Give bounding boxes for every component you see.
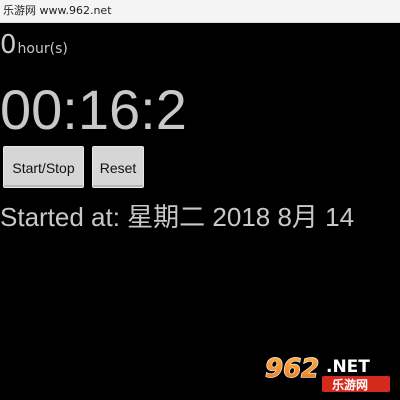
reset-button[interactable]: Reset — [92, 146, 144, 188]
site-watermark: 乐游网 www.962.net — [3, 4, 112, 17]
hours-value: 0 — [0, 30, 17, 60]
elapsed-time: 00:16:2 — [0, 78, 187, 141]
started-at-text: Started at: 星期二 2018 8月 14 — [0, 202, 355, 232]
stopwatch-screen: 乐游网 www.962.net 0hour(s) 00:16:2 Start/S… — [0, 0, 400, 400]
logo-number: 962 — [265, 354, 319, 384]
start-stop-button[interactable]: Start/Stop — [3, 146, 84, 188]
status-bar: 乐游网 www.962.net — [0, 0, 400, 23]
site-logo: 962 .NET 乐游网 — [264, 353, 390, 392]
hours-display: 0hour(s) — [0, 30, 68, 60]
logo-net-text: .NET — [326, 357, 370, 377]
logo-chinese-text: 乐游网 — [332, 377, 368, 392]
hours-unit-label: hour(s) — [17, 41, 68, 57]
